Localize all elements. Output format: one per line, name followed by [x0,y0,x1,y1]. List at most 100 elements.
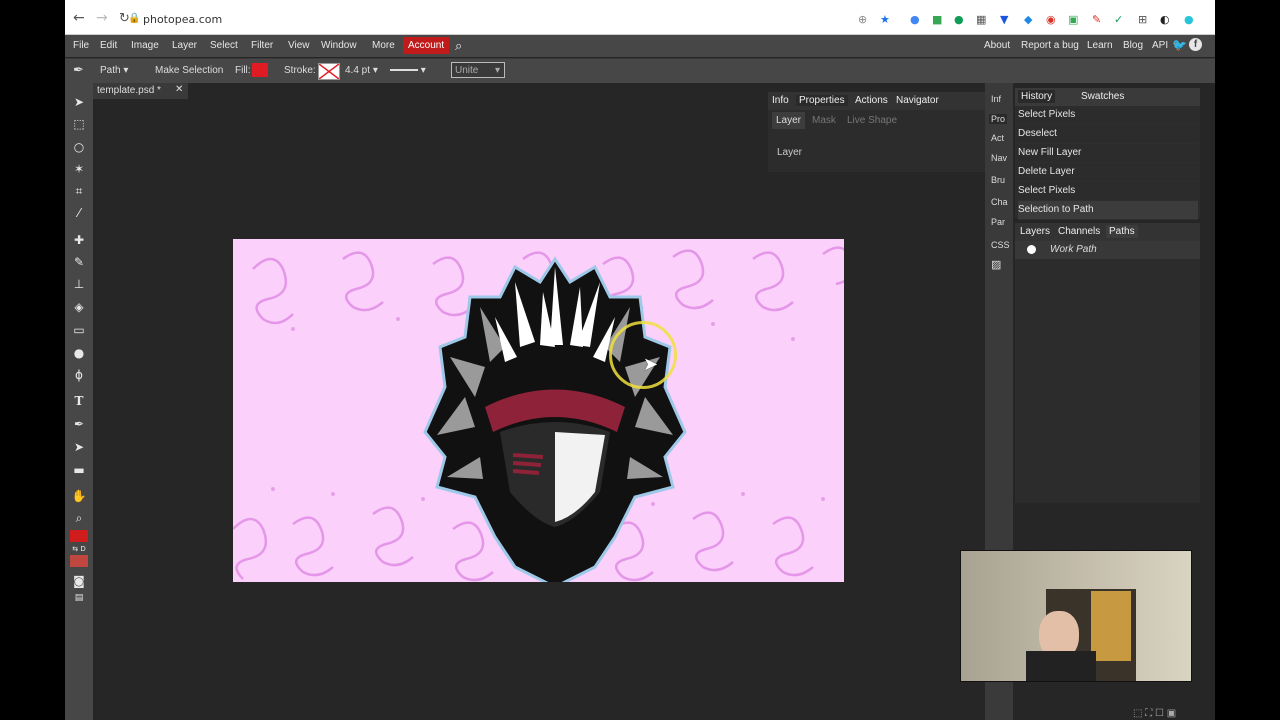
pen-tool-icon: ✒ [73,62,84,77]
close-icon[interactable]: ✕ [175,84,183,95]
extension-icon[interactable]: ▣ [1068,13,1078,26]
healing-brush-icon[interactable]: ✚ [70,231,88,249]
eyedropper-icon[interactable]: ⁄ [70,204,88,222]
link-blog[interactable]: Blog [1123,40,1143,51]
link-about[interactable]: About [984,40,1010,51]
subtab-mask[interactable]: Mask [812,115,836,126]
address-bar[interactable]: photopea.com [143,13,222,26]
dodge-tool-icon[interactable]: ϕ [70,366,88,384]
bookmark-star-icon[interactable]: ★ [880,13,890,26]
stroke-width-field[interactable]: 4.4 pt ▾ [345,65,378,76]
tab-history[interactable]: History [1018,90,1056,103]
menu-image[interactable]: Image [131,40,159,51]
type-tool-icon[interactable]: T [70,392,88,410]
strip-navigator[interactable]: Nav [991,153,1007,163]
path-select-icon[interactable]: ➤ [70,438,88,456]
fill-color-swatch[interactable] [252,63,268,77]
subtab-live-shape[interactable]: Live Shape [847,115,897,126]
tab-paths[interactable]: Paths [1106,225,1138,238]
history-item-active[interactable]: Selection to Path [1018,201,1198,220]
search-icon[interactable]: ⌕ [455,38,462,54]
history-item[interactable]: Select Pixels [1018,106,1198,125]
screen-mode-icon[interactable]: ▤ [70,589,88,607]
lasso-tool-icon[interactable]: ○ [70,138,88,156]
menu-window[interactable]: Window [321,40,357,51]
background-color-swatch[interactable] [70,555,88,567]
history-item[interactable]: Deselect [1018,125,1198,144]
menu-file[interactable]: File [73,40,89,51]
make-selection-button[interactable]: Make Selection [155,65,223,76]
zoom-tool-icon[interactable]: ⌕ [70,509,88,527]
menu-layer[interactable]: Layer [172,40,197,51]
strip-info[interactable]: Inf [991,94,1001,104]
strip-properties[interactable]: Pro [989,114,1008,124]
extension-icon[interactable]: ◆ [1024,13,1032,26]
brush-tool-icon[interactable]: ✎ [70,253,88,271]
extension-icon[interactable]: ▦ [976,13,986,26]
facebook-icon[interactable]: f [1189,38,1202,51]
strip-paragraph[interactable]: Par [991,217,1005,227]
stroke-style-dropdown[interactable]: ▾ [390,65,426,76]
twitter-icon[interactable]: 🐦 [1172,38,1187,52]
link-report-bug[interactable]: Report a bug [1021,40,1079,51]
path-mode-dropdown[interactable]: Path ▾ [100,65,128,76]
document-tab[interactable]: template.psd * ✕ [93,83,188,99]
forward-arrow-icon[interactable]: → [96,10,108,26]
tab-channels[interactable]: Channels [1058,226,1100,237]
strip-css[interactable]: CSS [991,240,1010,250]
strip-character[interactable]: Cha [991,197,1008,207]
menu-view[interactable]: View [288,40,310,51]
hand-tool-icon[interactable]: ✋ [70,487,88,505]
blur-tool-icon[interactable]: ● [70,344,88,362]
add-tab-icon[interactable]: ⊕ [858,13,867,26]
extension-icon[interactable]: ● [954,13,964,26]
extension-icon[interactable]: ✎ [1092,13,1101,26]
eraser-tool-icon[interactable]: ◈ [70,298,88,316]
extension-icon[interactable]: ■ [932,13,942,26]
strip-brush[interactable]: Bru [991,175,1005,185]
tab-layers[interactable]: Layers [1020,226,1050,237]
pen-tool-icon[interactable]: ✒ [70,415,88,433]
image-icon[interactable]: ▨ [991,258,1001,271]
stroke-color-swatch[interactable] [318,63,340,80]
extension-icon[interactable]: ◐ [1160,13,1170,26]
back-arrow-icon[interactable]: ← [73,10,85,26]
crop-tool-icon[interactable]: ⌗ [70,182,88,200]
magic-wand-icon[interactable]: ✶ [70,160,88,178]
marquee-tool-icon[interactable]: ⬚ [70,115,88,133]
subtab-layer[interactable]: Layer [772,112,806,129]
extension-icon[interactable]: ✓ [1114,13,1123,26]
extension-icon[interactable]: ⊞ [1138,13,1147,26]
move-tool-icon[interactable]: ➤ [70,93,88,111]
history-item[interactable]: New Fill Layer [1018,144,1198,163]
swap-colors-icon[interactable]: ⇆ D [70,544,88,554]
path-item[interactable]: Work Path [1015,241,1200,259]
strip-actions[interactable]: Act [991,133,1004,143]
foreground-color-swatch[interactable] [70,530,88,542]
menu-filter[interactable]: Filter [251,40,273,51]
path-operation-dropdown[interactable]: Unite ▾ [451,62,505,78]
extension-icon[interactable]: ● [1184,13,1194,26]
link-api[interactable]: API [1152,40,1168,51]
history-item[interactable]: Delete Layer [1018,163,1198,182]
menu-more[interactable]: More [372,40,395,51]
link-learn[interactable]: Learn [1087,40,1113,51]
extension-icon[interactable]: ◉ [1046,13,1056,26]
history-item[interactable]: Select Pixels [1018,182,1198,201]
tab-swatches[interactable]: Swatches [1081,91,1124,102]
tab-navigator[interactable]: Navigator [896,95,939,106]
gradient-tool-icon[interactable]: ▭ [70,321,88,339]
tab-actions[interactable]: Actions [855,95,888,106]
tab-properties[interactable]: Properties [796,95,848,106]
document-canvas[interactable] [233,239,844,582]
menu-select[interactable]: Select [210,40,238,51]
tab-info[interactable]: Info [772,95,789,106]
menu-edit[interactable]: Edit [100,40,117,51]
account-button[interactable]: Account [403,37,450,54]
shape-tool-icon[interactable]: ▬ [70,461,88,479]
extension-icon[interactable]: ▼ [1000,13,1008,26]
extension-icon[interactable]: ● [910,13,920,26]
status-icons[interactable]: ⬚ ⛶ ☐ ▣ [1133,708,1176,719]
quick-mask-icon[interactable]: ◙ [70,572,88,590]
clone-stamp-icon[interactable]: ⊥ [70,275,88,293]
